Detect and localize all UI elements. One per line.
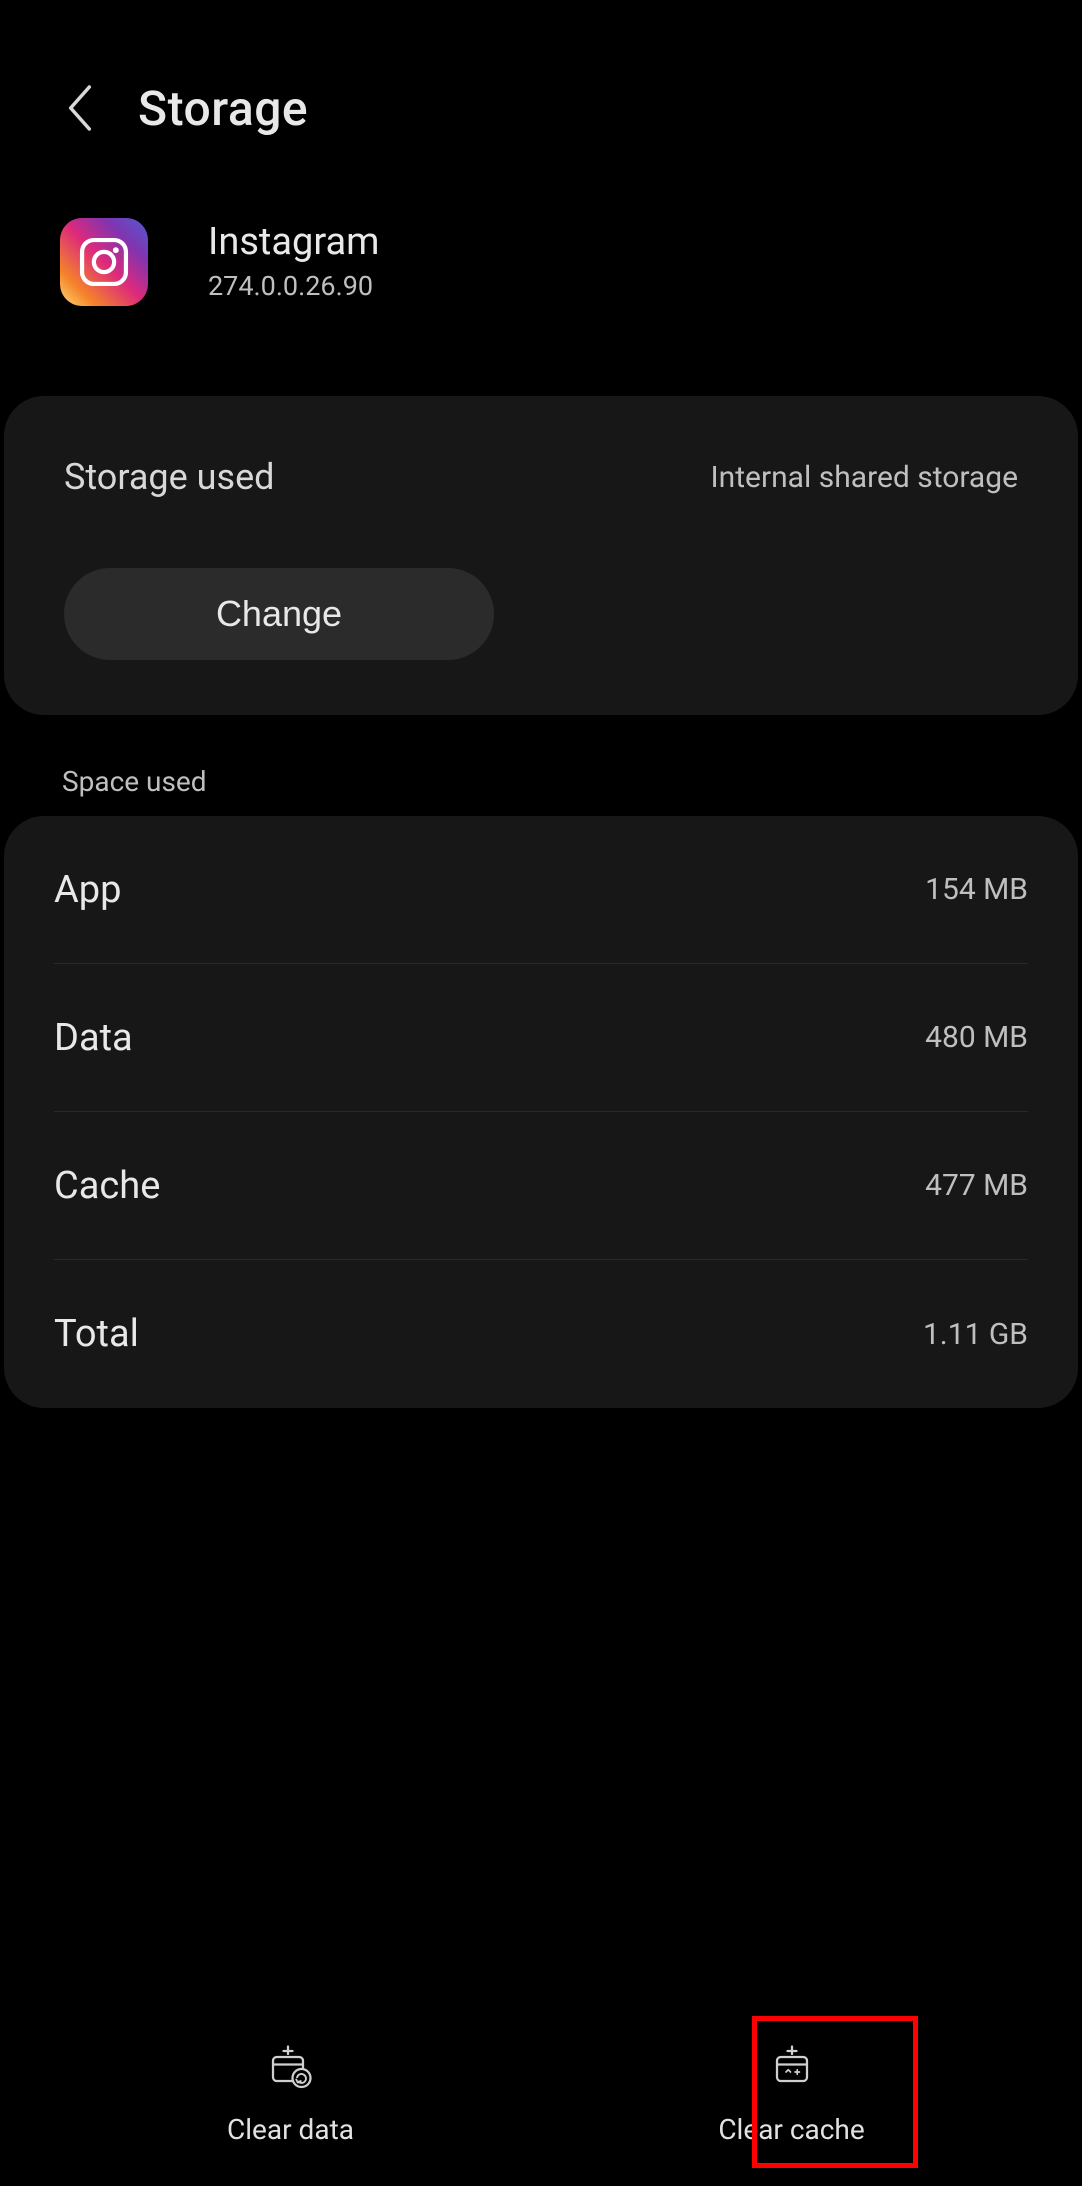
page-title: Storage <box>138 80 308 137</box>
clear-data-label: Clear data <box>227 2113 354 2146</box>
app-info-row: Instagram 274.0.0.26.90 <box>0 138 1082 306</box>
space-row-value: 1.11 GB <box>923 1317 1028 1352</box>
space-row-app: App 154 MB <box>54 816 1028 964</box>
clear-cache-label: Clear cache <box>718 2113 864 2146</box>
space-row-data: Data 480 MB <box>54 964 1028 1112</box>
storage-used-label: Storage used <box>64 456 274 498</box>
space-row-label: Total <box>54 1312 139 1356</box>
back-button[interactable] <box>50 78 110 138</box>
space-row-value: 477 MB <box>925 1168 1028 1203</box>
chevron-left-icon <box>66 84 94 132</box>
storage-used-card: Storage used Internal shared storage Cha… <box>4 396 1078 715</box>
space-row-label: App <box>54 868 121 912</box>
app-name: Instagram <box>208 222 380 264</box>
space-used-heading: Space used <box>62 765 1082 798</box>
bottom-action-bar: Clear data Clear cache <box>0 2041 1082 2156</box>
space-used-list: App 154 MB Data 480 MB Cache 477 MB Tota… <box>4 816 1078 1408</box>
space-row-label: Cache <box>54 1164 160 1208</box>
app-version: 274.0.0.26.90 <box>208 270 380 302</box>
clear-cache-icon <box>767 2041 817 2091</box>
app-icon-instagram <box>60 218 148 306</box>
storage-used-value: Internal shared storage <box>711 460 1019 495</box>
change-button[interactable]: Change <box>64 568 494 660</box>
clear-cache-button[interactable]: Clear cache <box>541 2041 1042 2146</box>
clear-data-icon <box>266 2041 316 2091</box>
space-row-value: 480 MB <box>925 1020 1028 1055</box>
space-row-value: 154 MB <box>925 872 1028 907</box>
space-row-total: Total 1.11 GB <box>54 1260 1028 1408</box>
instagram-icon <box>77 235 131 289</box>
space-row-label: Data <box>54 1016 133 1060</box>
clear-data-button[interactable]: Clear data <box>40 2041 541 2146</box>
space-row-cache: Cache 477 MB <box>54 1112 1028 1260</box>
